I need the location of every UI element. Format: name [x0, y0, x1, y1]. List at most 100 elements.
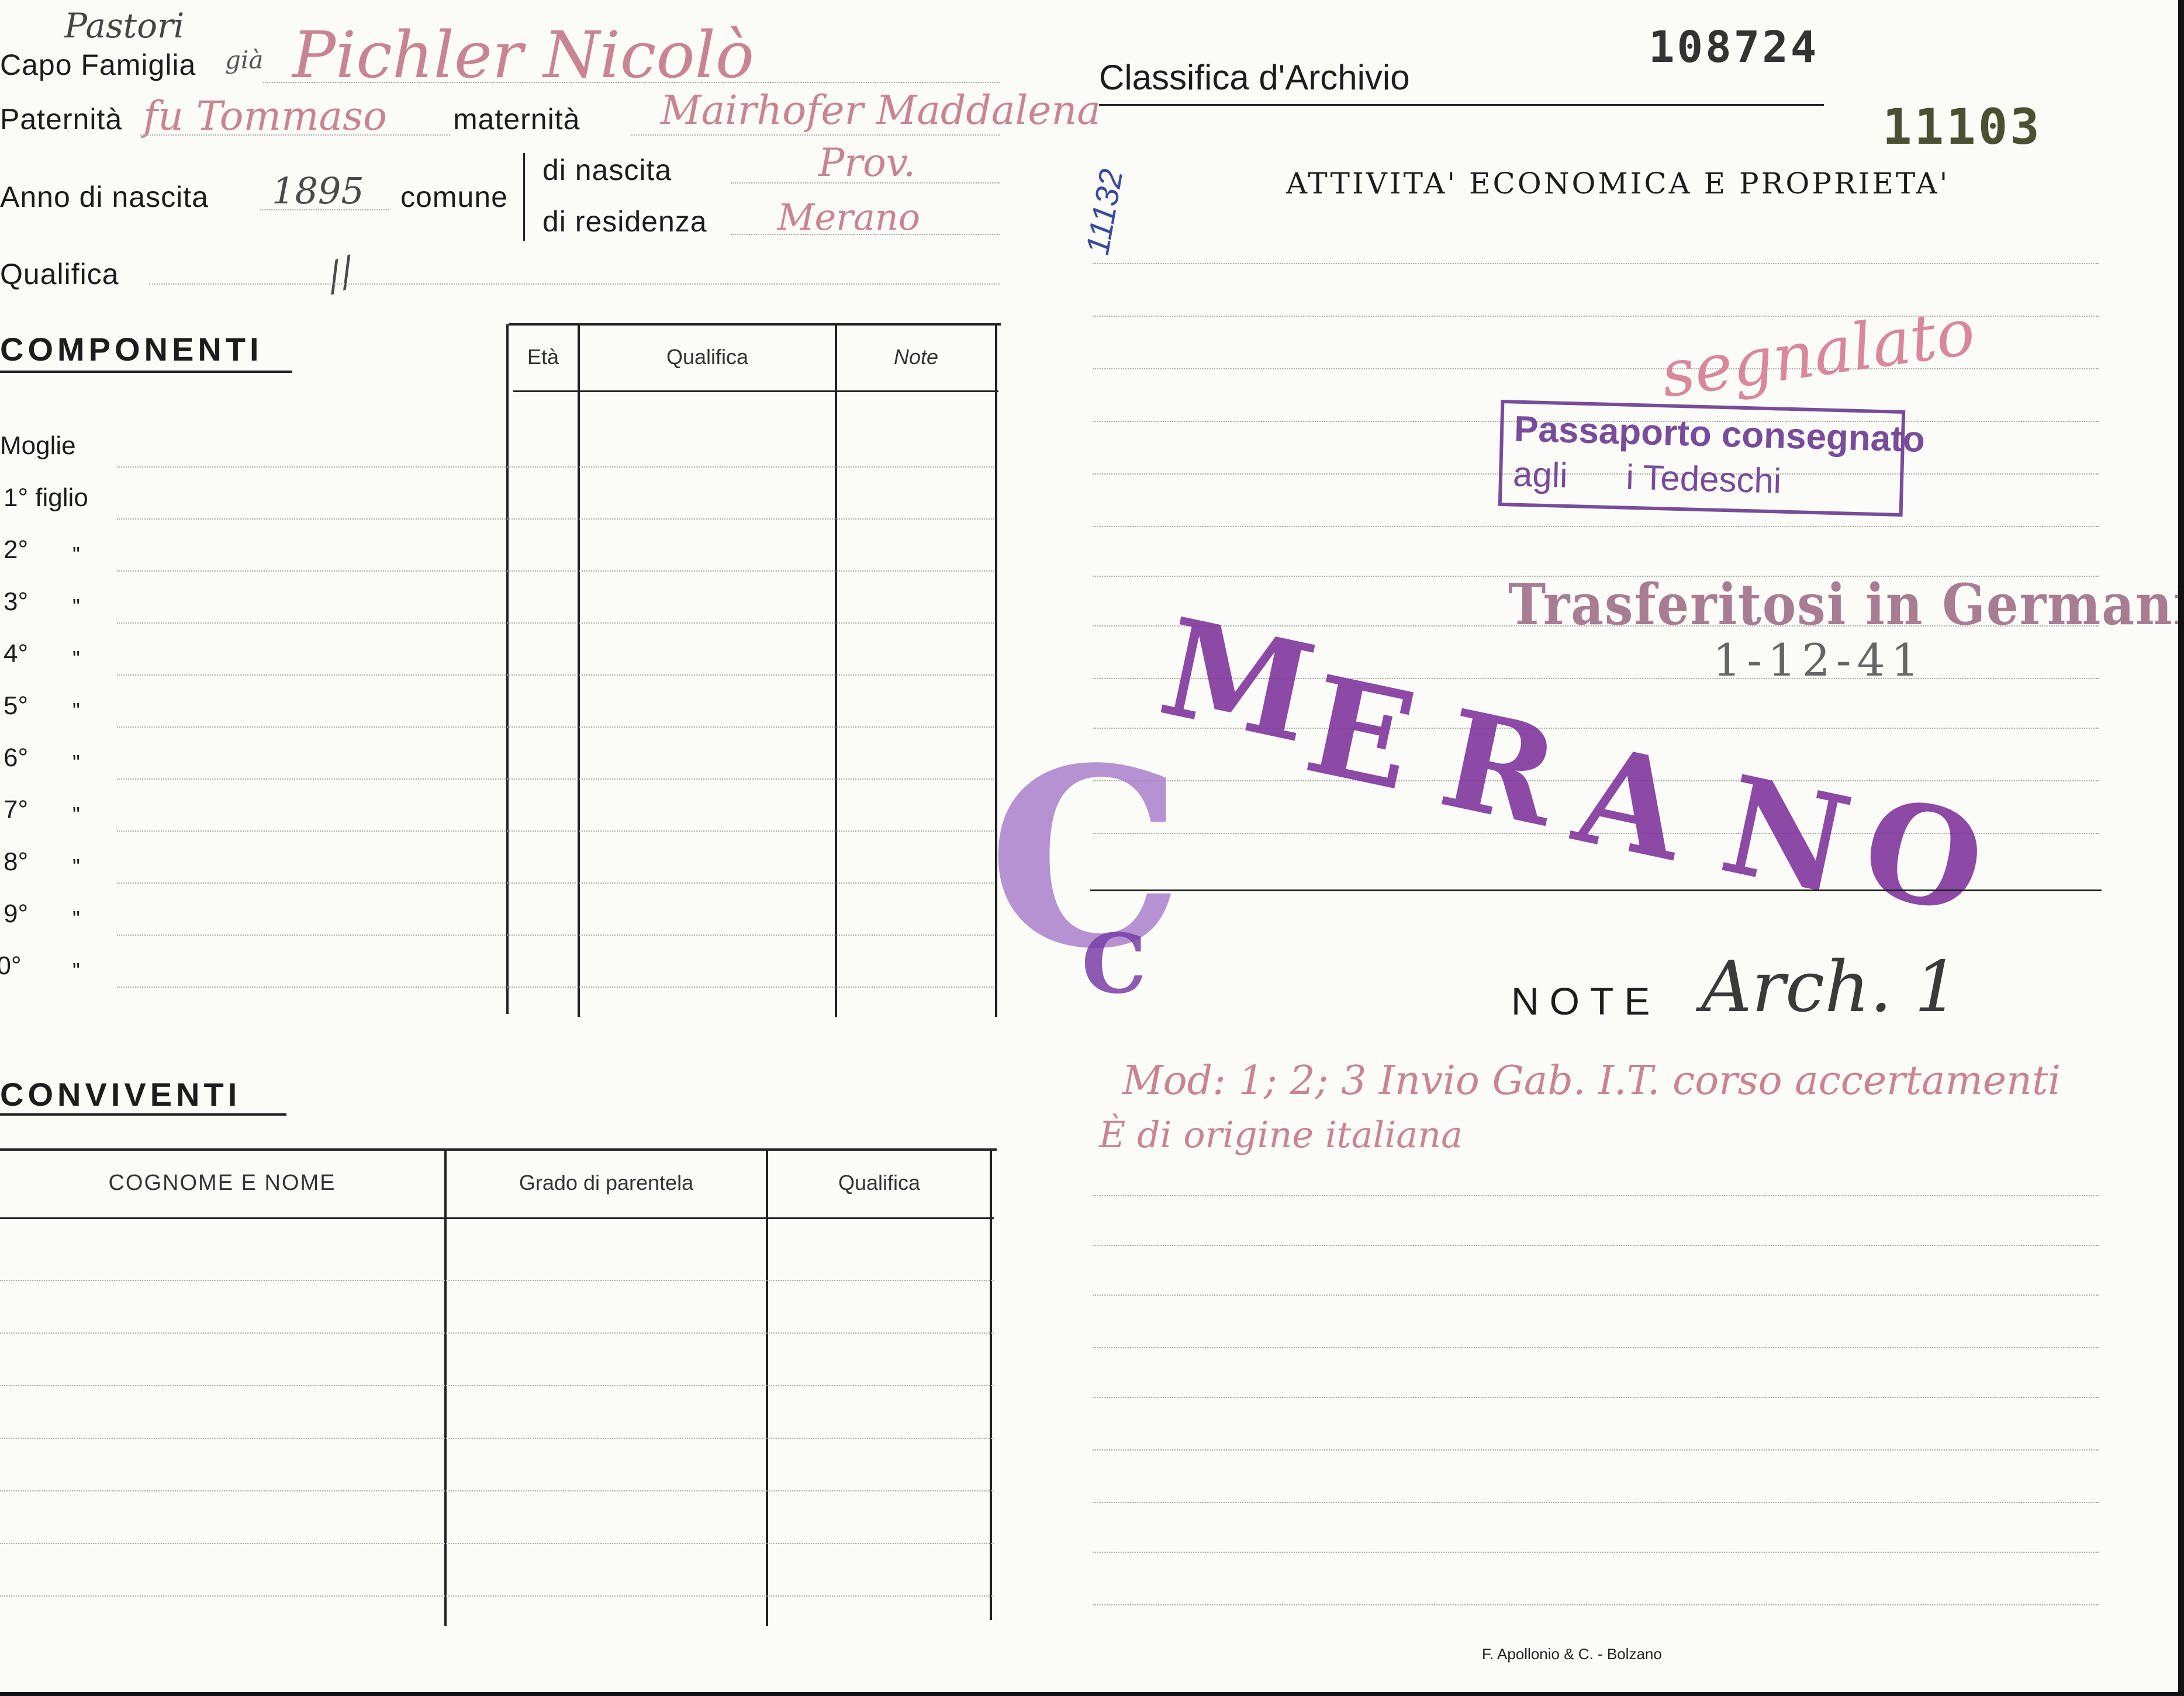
trasferito-date: 1-12-41 — [1713, 634, 1926, 686]
note-line1: Mod: 1; 2; 3 Invio Gab. I.T. corso accer… — [1122, 1058, 2061, 1104]
conviventi-row-line — [0, 1543, 994, 1544]
conviventi-col-divider-2 — [766, 1150, 768, 1626]
conviventi-row-line — [0, 1280, 994, 1281]
archive-number: 11103 — [1882, 98, 2042, 155]
note-label: NOTE — [1511, 979, 1661, 1023]
qualifica-line — [149, 283, 1000, 285]
right-dotted-line — [1093, 526, 2099, 527]
note-pencil: Arch. 1 — [1701, 947, 1960, 1028]
maternita-line — [631, 134, 1000, 136]
conviventi-row-line — [0, 1438, 994, 1439]
printer-credit: F. Apollonio & C. - Bolzano — [1482, 1645, 1662, 1663]
di-residenza-label: di residenza — [542, 205, 707, 238]
componenti-row-ditto: " — [72, 854, 80, 878]
componenti-row-ditto: " — [72, 542, 80, 566]
di-nascita-line — [731, 182, 1000, 184]
componenti-row-label: 8° — [4, 847, 29, 876]
componenti-row-line — [117, 622, 994, 624]
componenti-col-divider-3 — [835, 324, 837, 1017]
qualifica-label: Qualifica — [0, 258, 119, 290]
merano-stamp-letter: R — [1429, 680, 1571, 857]
componenti-header-note: Note — [893, 345, 939, 369]
componenti-row-ditto: " — [72, 698, 80, 722]
gia-text: già — [225, 46, 264, 74]
right-dotted-line — [1093, 1295, 2099, 1296]
conviventi-row-line — [0, 1385, 994, 1386]
componenti-col-divider-2 — [578, 324, 580, 1017]
right-dotted-line — [1093, 263, 2099, 264]
paternita-line — [140, 134, 450, 136]
right-dotted-line — [1093, 1604, 2099, 1605]
side-number: 11132 — [1078, 166, 1130, 258]
conviventi-col-divider-1 — [444, 1150, 447, 1626]
merano-stamp-letter: A — [1563, 715, 1698, 892]
passport-stamp: Passaporto consegnato agli i Tedeschi — [1498, 399, 1926, 517]
componenti-row-line — [117, 778, 994, 780]
paternita-label: Paternità — [0, 103, 123, 136]
note-separator — [1090, 889, 2102, 891]
componenti-row-line — [117, 466, 994, 468]
anno-label: Anno di nascita — [0, 181, 209, 213]
conviventi-header-grado: Grado di parentela — [519, 1171, 694, 1195]
di-nascita-value: Prov. — [818, 140, 916, 185]
componenti-row-line — [117, 882, 994, 884]
right-dotted-line — [1093, 1245, 2099, 1246]
comune-label: comune — [400, 181, 508, 213]
componenti-row-ditto: " — [72, 802, 80, 826]
componenti-row-line — [117, 726, 994, 728]
componenti-row-label: 2° — [4, 535, 29, 564]
maternita-label: maternità — [453, 103, 580, 136]
di-nascita-label: di nascita — [542, 154, 672, 186]
classifica-underline — [1099, 104, 1824, 106]
capo-famiglia-line — [263, 82, 1000, 83]
conviventi-header-qualifica: Qualifica — [838, 1171, 921, 1195]
componenti-row-label: 1° figlio — [4, 483, 88, 512]
right-dotted-line — [1093, 1347, 2099, 1348]
paternita-value: fu Tommaso — [143, 94, 387, 140]
componenti-row-label: Moglie — [0, 431, 76, 460]
c-small-stamp: C — [1081, 916, 1147, 1012]
prefix-handwritten: Pastori — [64, 6, 185, 46]
componenti-title: COMPONENTI — [0, 331, 263, 368]
componenti-row-ditto: " — [72, 646, 80, 670]
componenti-row-label: 10° — [0, 951, 22, 980]
componenti-row-line — [117, 570, 994, 572]
componenti-row-label: 9° — [4, 899, 29, 928]
right-dotted-line — [1093, 1195, 2099, 1196]
componenti-table-header-bottom — [513, 390, 998, 392]
classifica-label: Classifica d'Archivio — [1099, 58, 1410, 97]
componenti-row-ditto: " — [72, 750, 80, 774]
conviventi-table-top — [0, 1148, 997, 1151]
componenti-row-line — [117, 674, 994, 676]
merano-stamp-letter: O — [1850, 767, 1998, 946]
componenti-row-ditto: " — [72, 906, 80, 930]
conviventi-row-line — [0, 1332, 994, 1334]
maternita-value: Mairhofer Maddalena — [661, 88, 1101, 134]
conviventi-title: CONVIVENTI — [0, 1076, 241, 1113]
componenti-row-line — [117, 830, 994, 832]
conviventi-table-header-bottom — [0, 1217, 994, 1219]
componenti-row-label: 4° — [4, 639, 29, 668]
document-number: 108724 — [1649, 22, 1819, 72]
componenti-row-line — [117, 934, 994, 936]
segnalato-handwritten: segnalato — [1656, 294, 1979, 412]
conviventi-underline — [0, 1113, 286, 1116]
di-residenza-line — [731, 234, 1000, 235]
right-dotted-line — [1093, 1502, 2099, 1503]
conviventi-header-cognome: COGNOME E NOME — [108, 1171, 336, 1195]
note-line2: È di origine italiana — [1099, 1113, 1463, 1156]
componenti-underline — [0, 371, 292, 373]
componenti-header-eta: Età — [527, 345, 559, 369]
conviventi-row-line — [0, 1595, 994, 1597]
attivita-title: ATTIVITA' ECONOMICA E PROPRIETA' — [1286, 167, 1950, 200]
componenti-row-label: 7° — [4, 795, 29, 824]
capo-famiglia-value: Pichler Nicolò — [292, 18, 755, 92]
componenti-row-label: 5° — [4, 691, 29, 720]
componenti-row-line — [117, 987, 994, 988]
conviventi-row-line — [0, 1490, 994, 1491]
di-residenza-value: Merano — [777, 196, 921, 238]
componenti-col-divider-1 — [506, 324, 509, 1014]
componenti-row-ditto: " — [72, 594, 80, 618]
componenti-row-line — [117, 518, 994, 520]
componenti-row-label: 6° — [4, 743, 29, 772]
